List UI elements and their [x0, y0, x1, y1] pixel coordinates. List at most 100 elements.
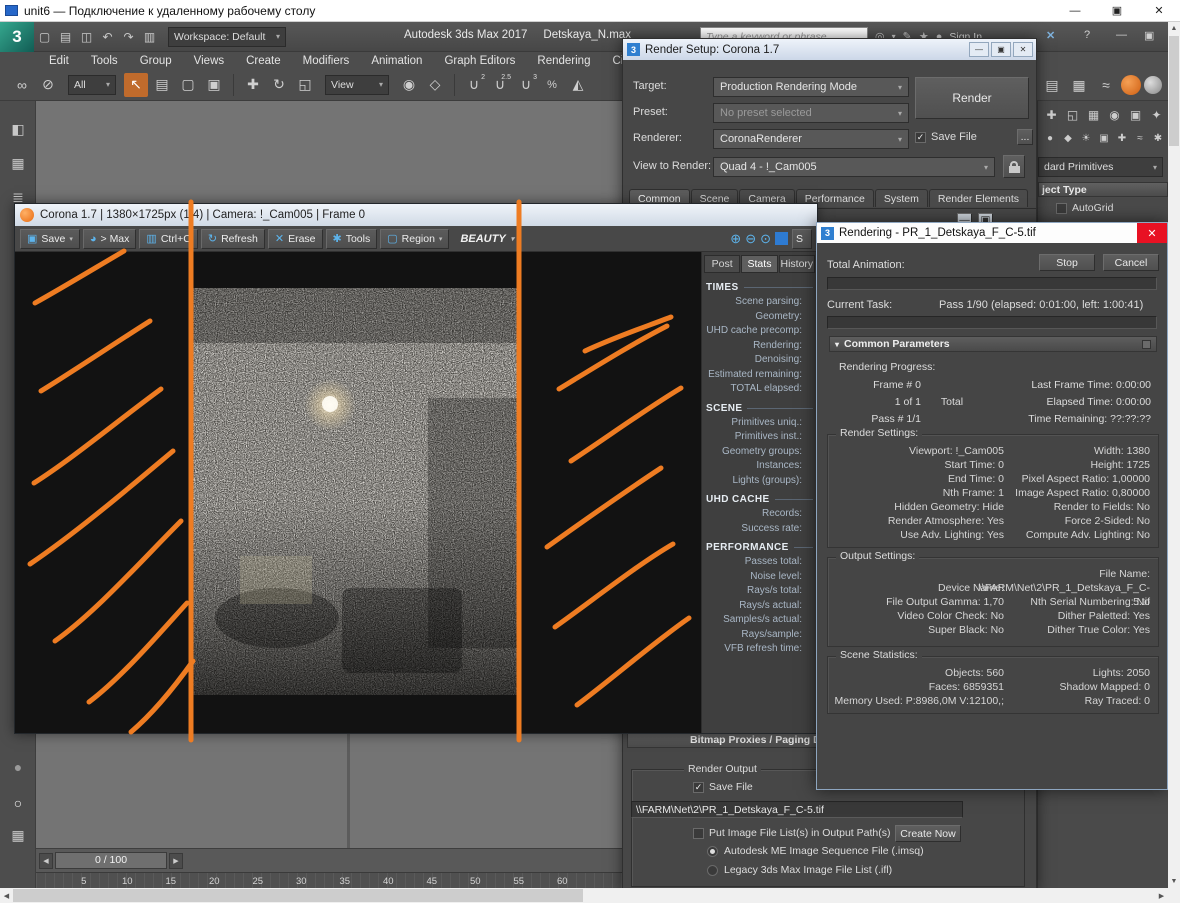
common-parameters-rollout[interactable]: ▾ Common Parameters — [829, 336, 1157, 352]
snap-toggle-3d-icon[interactable]: ∪3 — [514, 73, 538, 97]
cancel-button[interactable]: Cancel — [1103, 254, 1159, 271]
systems-category-icon[interactable]: ✱ — [1150, 130, 1166, 146]
previous-frame-icon[interactable]: ◀ — [39, 853, 53, 869]
spacewarps-category-icon[interactable]: ≈ — [1132, 130, 1148, 146]
redo-icon[interactable]: ↷ — [118, 26, 139, 48]
open-file-icon[interactable]: ▤ — [55, 26, 76, 48]
unlink-selection-icon[interactable]: ⊘ — [36, 73, 60, 97]
save-file-checkbox[interactable]: ✓ — [915, 132, 926, 143]
scroll-right-icon[interactable]: ▶ — [1155, 888, 1168, 903]
motion-tab-icon[interactable]: ◉ — [1105, 105, 1124, 124]
hscroll-thumb[interactable] — [13, 889, 583, 902]
menu-item[interactable]: Animation — [360, 55, 433, 67]
vfb-panel-tab[interactable]: Stats — [741, 255, 777, 273]
vfb-save-button[interactable]: ▣ Save ▾ — [20, 229, 80, 249]
utilities-tab-icon[interactable]: ✦ — [1147, 105, 1166, 124]
menu-item[interactable]: Group — [129, 55, 183, 67]
vfb-copy-button[interactable]: ▥ Ctrl+C — [139, 229, 197, 249]
preset-dropdown[interactable]: No preset selected ▾ — [713, 103, 909, 123]
save-file-output-checkbox[interactable]: ✓ — [693, 782, 704, 793]
vfb-titlebar[interactable]: Corona 1.7 | 1380×1725px (1:4) | Camera:… — [15, 204, 817, 226]
render-production-teapot-icon[interactable] — [1121, 75, 1141, 95]
select-object-icon[interactable]: ↖ — [124, 73, 148, 97]
autogrid-checkbox[interactable] — [1056, 203, 1067, 214]
rendering-dialog-titlebar[interactable]: 3 Rendering - PR_1_Detskaya_F_C-5.tif ✕ — [817, 223, 1167, 243]
object-type-rollout[interactable]: ject Type — [1038, 182, 1168, 197]
menu-item[interactable]: Views — [183, 55, 235, 67]
display-tab-icon[interactable]: ▣ — [1126, 105, 1145, 124]
helpers-category-icon[interactable]: ✚ — [1114, 130, 1130, 146]
vscroll-thumb[interactable] — [1169, 36, 1179, 146]
app-restore-icon[interactable]: ▣ — [1144, 29, 1154, 42]
render-iterative-icon[interactable] — [1144, 76, 1162, 94]
viewport-layout-icon[interactable]: ◧ — [6, 117, 30, 141]
stop-button[interactable]: Stop — [1039, 254, 1095, 271]
vfb-stats-button[interactable]: S — [792, 229, 812, 249]
layer-manager-icon[interactable]: ▤ — [1040, 73, 1064, 97]
grid-snap-icon[interactable]: ▦ — [6, 823, 30, 847]
imsq-radio[interactable] — [707, 846, 718, 857]
new-scene-icon[interactable]: ▢ — [34, 26, 55, 48]
schematic-view-icon[interactable]: ▦ — [1067, 73, 1091, 97]
save-file-icon[interactable]: ◫ — [76, 26, 97, 48]
rdp-horizontal-scrollbar[interactable]: ◀ ▶ — [0, 888, 1168, 903]
menu-item[interactable]: Rendering — [526, 55, 601, 67]
primitives-type-dropdown[interactable]: dard Primitives ▾ — [1038, 157, 1163, 177]
select-and-scale-icon[interactable]: ◱ — [293, 73, 317, 97]
create-now-button[interactable]: Create Now — [895, 825, 961, 842]
geometry-category-icon[interactable]: ● — [1042, 130, 1058, 146]
rdp-close-button[interactable]: ✕ — [1138, 0, 1180, 22]
reference-coordinate-dropdown[interactable]: View ▾ — [325, 75, 389, 95]
select-by-name-icon[interactable]: ▤ — [150, 73, 174, 97]
scroll-left-icon[interactable]: ◀ — [0, 888, 13, 903]
rdp-titlebar[interactable]: unit6 — Подключение к удаленному рабочем… — [0, 0, 1180, 22]
vfb-to-max-button[interactable]: ◕ > Max — [83, 229, 137, 249]
target-dropdown[interactable]: Production Rendering Mode ▾ — [713, 77, 909, 97]
lock-view-button[interactable] — [1003, 155, 1025, 178]
select-and-link-icon[interactable]: ∞ — [10, 73, 34, 97]
color-swatch[interactable] — [775, 232, 788, 245]
dialog-minimize-icon[interactable]: — — [969, 42, 989, 57]
zoom-out-icon[interactable]: ⊖ — [745, 231, 756, 247]
dialog-close-icon[interactable]: ✕ — [1013, 42, 1033, 57]
renderer-dropdown[interactable]: CoronaRenderer ▾ — [713, 129, 909, 149]
rollout-pin-icon[interactable] — [1142, 340, 1151, 349]
ifl-radio[interactable] — [707, 865, 718, 876]
browse-dots-button[interactable]: ... — [1017, 129, 1033, 145]
ribbon-icon[interactable]: ▥ — [139, 26, 160, 48]
view-to-render-dropdown[interactable]: Quad 4 - !_Cam005 ▾ — [713, 157, 995, 177]
create-tab-icon[interactable]: ✚ — [1042, 105, 1061, 124]
circle-tool-icon[interactable]: ○ — [6, 791, 30, 815]
lights-category-icon[interactable]: ☀ — [1078, 130, 1094, 146]
modify-tab-icon[interactable]: ◱ — [1063, 105, 1082, 124]
select-and-manipulate-icon[interactable]: ◇ — [423, 73, 447, 97]
zoom-in-icon[interactable]: ⊕ — [730, 231, 741, 247]
grid-tool-icon[interactable]: ▦ — [6, 151, 30, 175]
close-icon[interactable]: ✕ — [1137, 223, 1167, 243]
curve-editor-icon[interactable]: ≈ — [1094, 73, 1118, 97]
percent-snap-icon[interactable]: % — [540, 73, 564, 97]
cameras-category-icon[interactable]: ▣ — [1096, 130, 1112, 146]
app-minimize-icon[interactable]: — — [1116, 29, 1127, 41]
render-setup-tab[interactable]: System — [875, 189, 928, 207]
output-path-field[interactable] — [631, 801, 963, 818]
menu-item[interactable]: Modifiers — [292, 55, 361, 67]
menu-item[interactable]: Edit — [38, 55, 80, 67]
vfb-panel-tab[interactable]: Post — [704, 255, 740, 273]
render-setup-tab[interactable]: Render Elements — [929, 189, 1028, 207]
material-sphere-icon[interactable]: ● — [6, 755, 30, 779]
rdp-vertical-scrollbar[interactable]: ▲ ▼ — [1168, 22, 1180, 888]
render-setup-titlebar[interactable]: 3 Render Setup: Corona 1.7 — ▣ ✕ — [623, 39, 1036, 60]
max-logo[interactable]: 3 — [0, 22, 34, 52]
vfb-erase-button[interactable]: ✕ Erase — [268, 229, 323, 249]
selection-filter-dropdown[interactable]: All ▾ — [68, 75, 116, 95]
menu-item[interactable]: Create — [235, 55, 292, 67]
infocenter-close-icon[interactable]: ✕ — [1046, 29, 1055, 42]
workspace-dropdown[interactable]: Workspace: Default ▾ — [168, 27, 286, 47]
vfb-region-button[interactable]: ▢ Region ▾ — [380, 229, 449, 249]
current-frame-indicator[interactable]: 0 / 100 — [55, 852, 167, 869]
put-image-list-checkbox[interactable] — [693, 828, 704, 839]
zoom-fit-icon[interactable]: ⊙ — [760, 231, 771, 247]
menu-item[interactable]: Tools — [80, 55, 129, 67]
shapes-category-icon[interactable]: ◆ — [1060, 130, 1076, 146]
